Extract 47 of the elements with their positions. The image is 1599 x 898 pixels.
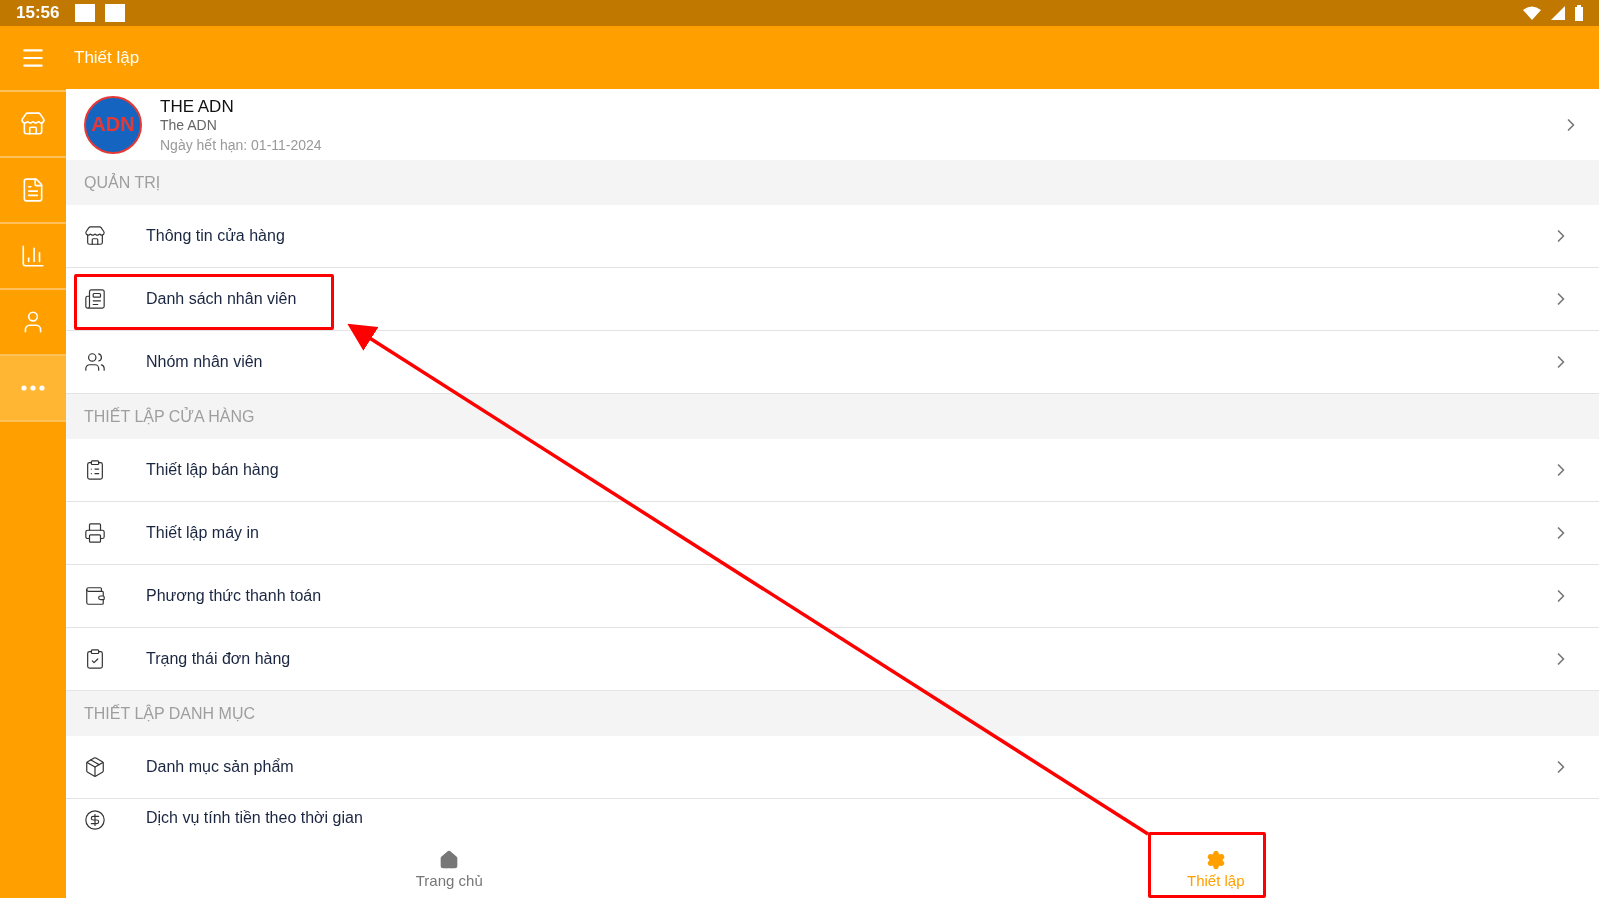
row-label: Thông tin cửa hàng xyxy=(146,227,286,245)
settings-row[interactable]: Danh sách nhân viên xyxy=(66,268,1599,331)
store-profile[interactable]: ADN THE ADN The ADN Ngày hết hạn: 01-11-2024 xyxy=(66,89,1599,160)
row-label: Dịch vụ tính tiền theo thời gian xyxy=(146,809,364,827)
store-icon xyxy=(20,111,46,137)
expiry-date: Ngày hết hạn: 01-11-2024 xyxy=(160,136,323,153)
section-title: THIẾT LẬP CỬA HÀNG xyxy=(84,407,255,426)
row-label: Thiết lập máy in xyxy=(146,524,260,542)
row-label: Thiết lập bán hàng xyxy=(146,461,280,479)
settings-row[interactable]: Thiết lập bán hàng xyxy=(66,439,1599,502)
printer-icon xyxy=(84,522,106,544)
clipboard-icon xyxy=(84,648,106,670)
document-icon xyxy=(84,288,106,310)
section-title: QUẢN TRỊ xyxy=(84,173,161,192)
signal-icon xyxy=(1551,6,1565,20)
home-icon xyxy=(439,849,460,870)
battery-icon xyxy=(1575,5,1583,21)
box-icon xyxy=(84,756,106,778)
nav-tab[interactable]: Trang chủ xyxy=(66,840,833,898)
row-label: Nhóm nhân viên xyxy=(146,353,264,371)
sidebar-item[interactable] xyxy=(0,356,66,422)
settings-row[interactable]: Dịch vụ tính tiền theo thời gian xyxy=(66,799,1599,830)
settings-icon xyxy=(1205,849,1226,870)
section-title: THIẾT LẬP DANH MỤC xyxy=(84,704,255,723)
notification-icon xyxy=(75,4,96,22)
row-label: Danh sách nhân viên xyxy=(146,290,298,308)
settings-row[interactable]: Phương thức thanh toán xyxy=(66,565,1599,628)
row-label: Trạng thái đơn hàng xyxy=(146,650,292,668)
clipboard-icon xyxy=(84,459,106,481)
settings-row[interactable]: Thông tin cửa hàng xyxy=(66,205,1599,268)
wifi-icon xyxy=(1523,6,1541,20)
row-label: Phương thức thanh toán xyxy=(146,587,323,605)
more-icon xyxy=(21,385,45,391)
coin-icon xyxy=(84,809,106,831)
store-icon xyxy=(84,225,106,247)
store-logo: ADN xyxy=(84,95,142,154)
page-title: Thiết lập xyxy=(74,47,140,68)
store-subtitle: The ADN xyxy=(160,116,218,133)
store-name: THE ADN xyxy=(160,96,235,117)
row-label: Danh mục sản phẩm xyxy=(146,758,295,776)
group-icon xyxy=(84,351,106,373)
status-time: 15:56 xyxy=(16,3,60,23)
settings-row[interactable]: Danh mục sản phẩm xyxy=(66,736,1599,799)
settings-row[interactable]: Thiết lập máy in xyxy=(66,502,1599,565)
notification-icon xyxy=(105,4,126,22)
wallet-icon xyxy=(84,585,106,607)
chart-icon xyxy=(20,243,46,269)
